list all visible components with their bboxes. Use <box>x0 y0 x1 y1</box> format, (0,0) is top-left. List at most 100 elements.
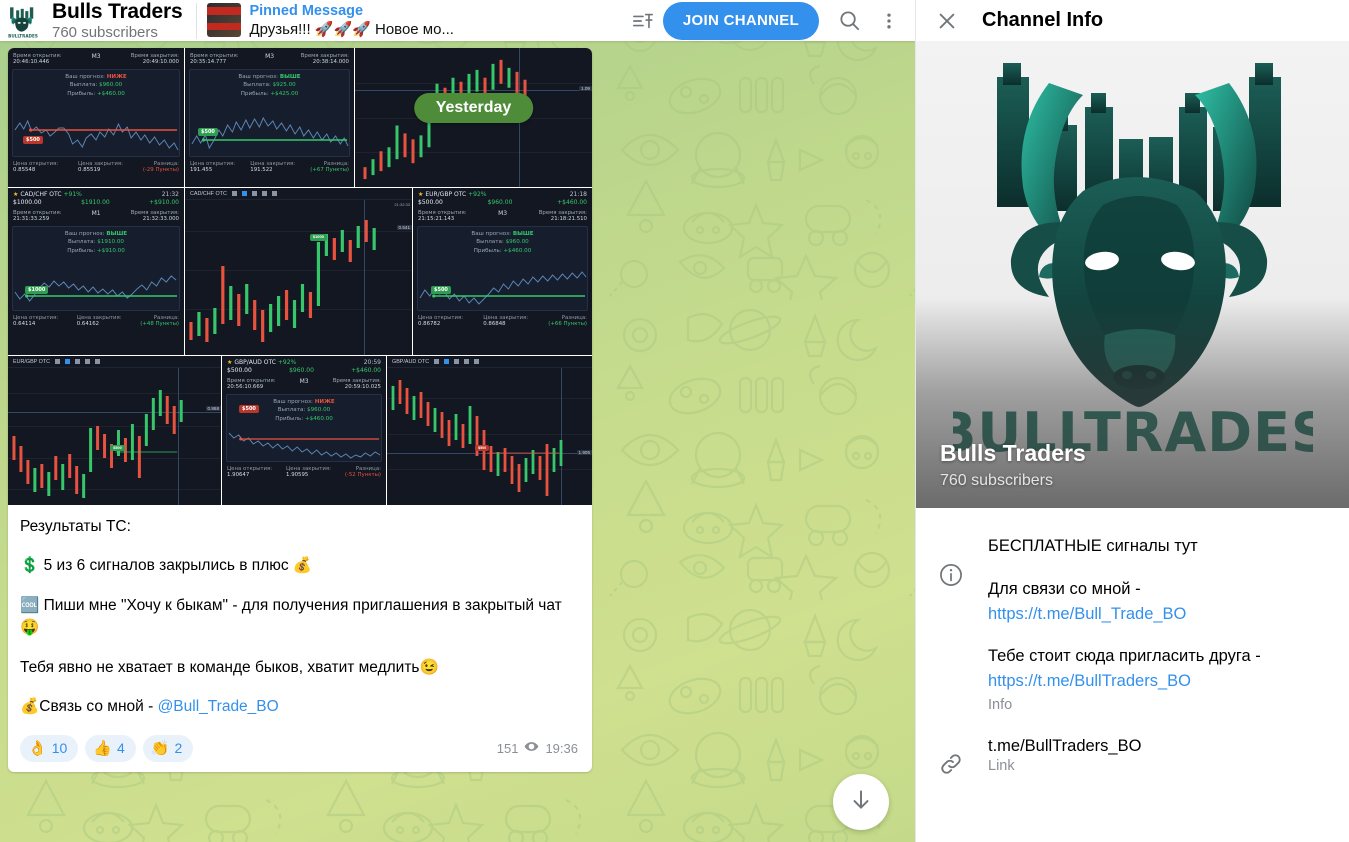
trade-time: 21:18 <box>569 191 587 198</box>
link-caption: Link <box>988 757 1015 774</box>
trade-timeframe: M3 <box>299 378 309 385</box>
trade-payout: $960.00 <box>487 199 513 206</box>
candlestick-chart <box>189 220 376 342</box>
reaction-count: 10 <box>51 740 68 757</box>
trade-forecast-value: ВЫШЕ <box>512 231 534 237</box>
channel-title-block[interactable]: Bulls Traders 760 subscribers <box>52 1 183 41</box>
trade-stake: $1000.00 <box>13 199 42 206</box>
trade-payout-value: $925.00 <box>272 82 296 89</box>
album-photo[interactable]: Время открытия: 20:35:14.777 M3 Время за… <box>185 48 355 188</box>
trade-profit-label: Прибыль: <box>240 90 269 97</box>
about-link-1[interactable]: https://t.me/Bull_Trade_BO <box>988 605 1186 623</box>
trade-profit-label: Прибыль: <box>275 415 304 422</box>
trade-percent: +92% <box>277 359 297 366</box>
trade-stake: $500.00 <box>418 199 443 206</box>
contact-username-link[interactable]: @Bull_Trade_BO <box>158 698 279 715</box>
photo-album-grid: Время открытия: 20:46:10.446 M3 Время за… <box>8 48 592 505</box>
reaction-chip[interactable]: 👌 10 <box>20 734 79 762</box>
message-reactions: 👌 10 👍 4 👏 2 151 19:36 <box>8 734 592 772</box>
album-photo[interactable]: EUR/USD OTC 1.09 Yesterday <box>355 48 592 188</box>
hero-subscriber-count: 760 subscribers <box>940 472 1053 489</box>
trade-diff-value: (+67 Пункты) <box>310 167 349 173</box>
about-line-3-text: Тебе стоит сюда пригласить друга - <box>988 647 1261 666</box>
album-photo[interactable]: GBP/AUD OTC $500 1.905 <box>387 356 592 505</box>
album-photo[interactable]: ★ EUR/GBP OTC +92% 21:18 $500.00 $960.00… <box>413 188 592 356</box>
reaction-chip[interactable]: 👏 2 <box>142 734 194 762</box>
message-paragraph: 🆒 Пиши мне "Хочу к быкам" - для получени… <box>20 596 562 637</box>
trade-pair: GBP/AUD OTC <box>234 359 276 366</box>
trade-payout-label: Выплата: <box>243 82 271 89</box>
trade-result-card: Время открытия: 20:46:10.446 M3 Время за… <box>8 48 184 187</box>
arrow-down-icon <box>848 787 874 818</box>
album-photo[interactable]: CAD/CHF OTC $1000 0.641 21:32:33 <box>185 188 413 356</box>
trade-forecast-value: НИЖЕ <box>106 74 127 80</box>
album-photo[interactable]: ★ GBP/AUD OTC +92% 20:59 $500.00 $960.00… <box>222 356 387 505</box>
join-channel-button[interactable]: JOIN CHANNEL <box>662 1 819 40</box>
about-caption: Info <box>988 696 1013 713</box>
album-photo[interactable]: ★ CAD/CHF OTC +91% 21:32 $1000.00 $1910.… <box>8 188 185 356</box>
trade-forecast-value: НИЖЕ <box>314 399 335 405</box>
channel-info-panel: Channel Info Bulls Traders 760 subscribe… <box>915 0 1349 842</box>
reaction-count: 2 <box>174 740 183 757</box>
trade-timeframe: M3 <box>91 53 101 60</box>
trade-close-price: 0.64162 <box>76 321 100 327</box>
trade-open-price: 0.86782 <box>418 321 441 327</box>
message-paragraph: 💲 5 из 6 сигналов закрылись в плюс 💰 <box>20 557 313 575</box>
trading-terminal-screenshot: CAD/CHF OTC $1000 0.641 21:32:33 <box>185 188 412 355</box>
trade-diff-value: (-29 Пункты) <box>142 167 179 173</box>
pin-icon[interactable] <box>623 1 663 41</box>
trade-close-price: 0.86848 <box>483 321 506 327</box>
channel-info-header: Channel Info <box>916 0 1349 41</box>
reaction-count: 4 <box>116 740 125 757</box>
pinned-message-preview: Друзья!!! 🚀🚀🚀 Новое мо... <box>249 21 454 39</box>
trade-forecast-label: Ваш прогноз: <box>238 74 279 80</box>
trade-payout-label: Выплата: <box>476 239 504 246</box>
close-icon[interactable] <box>934 8 960 34</box>
channel-info-title: Channel Info <box>982 9 1104 31</box>
pinned-message[interactable]: Pinned Message Друзья!!! 🚀🚀🚀 Новое мо... <box>207 3 454 39</box>
trade-close-time: 21:32:33.000 <box>142 216 179 222</box>
info-circle-icon <box>938 534 988 588</box>
trading-terminal-screenshot: GBP/AUD OTC $500 1.905 <box>387 356 592 505</box>
scroll-to-bottom-button[interactable] <box>833 774 889 830</box>
trade-result-card: ★ CAD/CHF OTC +91% 21:32 $1000.00 $1910.… <box>8 188 184 355</box>
pinned-message-thumbnail <box>207 3 242 38</box>
trade-stake-tag: $500 <box>239 405 259 413</box>
trade-profit: +$460.00 <box>351 367 381 374</box>
trade-open-time: 20:56:10.669 <box>227 384 264 390</box>
album-photo[interactable]: EUR/GBP OTC $500 0.868 <box>8 356 222 505</box>
channel-avatar[interactable]: BULLTRADES <box>2 1 44 41</box>
trade-timeframe: M3 <box>265 53 275 60</box>
trade-stake-tag: $500 <box>431 286 451 294</box>
terminal-symbol: CAD/CHF OTC <box>190 190 227 197</box>
album-photo[interactable]: Время открытия: 20:46:10.446 M3 Время за… <box>8 48 185 188</box>
info-row-about[interactable]: БЕСПЛАТНЫЕ сигналы тут Для связи со мной… <box>916 522 1349 725</box>
trade-close-time: 20:59:10.025 <box>344 384 381 390</box>
terminal-price-tag: 0.641 <box>396 224 412 230</box>
trade-close-price: 1.90595 <box>286 472 309 478</box>
search-icon[interactable] <box>829 1 869 41</box>
channel-subscriber-count: 760 subscribers <box>52 24 158 41</box>
trade-open-price: 0.85548 <box>13 167 36 173</box>
channel-hero[interactable]: BULLTRADES Bulls Traders 760 subscribers <box>916 41 1349 508</box>
reaction-chip[interactable]: 👍 4 <box>85 734 136 762</box>
trade-profit-label: Прибыль: <box>67 90 96 97</box>
trade-timeframe: M1 <box>91 210 101 217</box>
trade-payout-value: $960.00 <box>505 239 529 246</box>
trade-open-price: 0.64114 <box>13 321 36 327</box>
reaction-emoji: 👌 <box>28 738 47 757</box>
trade-payout-value: $960.00 <box>307 407 331 414</box>
info-row-link[interactable]: t.me/BullTraders_BO Link <box>916 725 1349 789</box>
reaction-emoji: 👏 <box>150 738 170 757</box>
trade-close-time: 21:18:21.510 <box>550 216 587 222</box>
trade-payout: $960.00 <box>289 367 314 374</box>
terminal-corner-time: 21:32:33 <box>394 202 410 207</box>
about-link-2[interactable]: https://t.me/BullTraders_BO <box>988 672 1191 690</box>
more-vertical-icon[interactable] <box>869 1 909 41</box>
trade-open-price: 1.90647 <box>227 472 250 478</box>
trade-pair: EUR/GBP OTC <box>425 191 467 198</box>
terminal-symbol: GBP/AUD OTC <box>392 358 430 365</box>
trade-profit-value: +$460.00 <box>503 247 532 254</box>
trade-time: 20:59 <box>363 359 381 366</box>
trade-profit: +$460.00 <box>557 199 587 206</box>
